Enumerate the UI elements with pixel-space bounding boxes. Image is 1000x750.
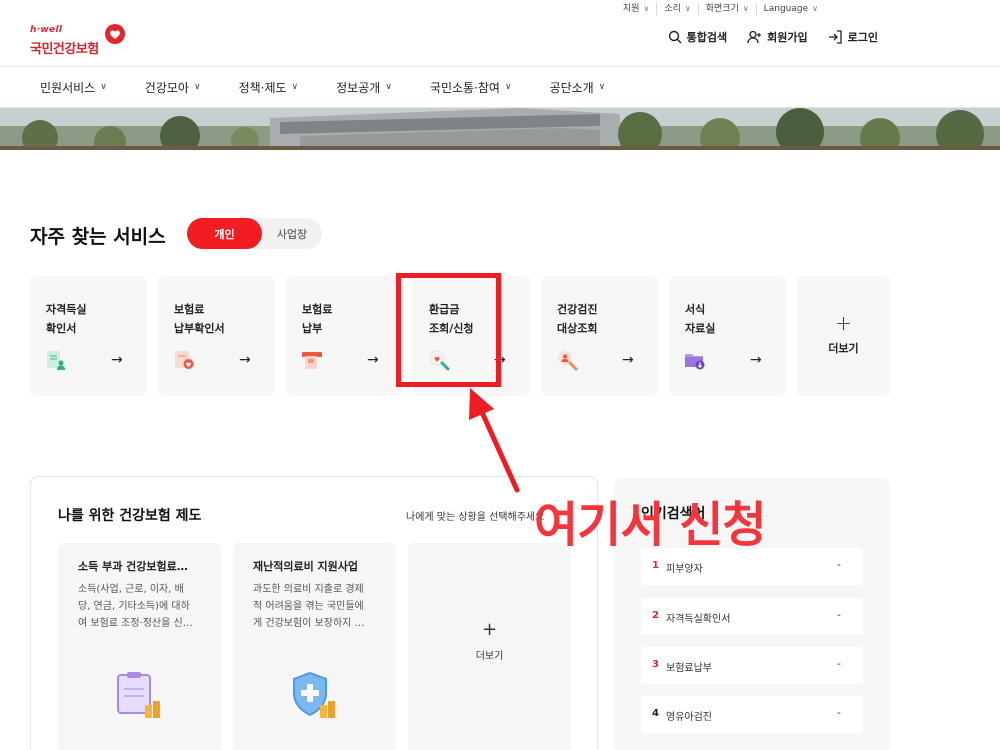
search-icon (668, 30, 682, 44)
rank-number: 4 (652, 708, 659, 719)
utility-menu: 지원 ∨ 소리 ∨ 화면크기 ∨ Language ∨ (616, 3, 825, 15)
chevron-down-icon: ∨ (684, 4, 691, 13)
document-person-icon (47, 351, 65, 370)
chevron-down-icon: ∨ (598, 82, 606, 92)
programs-title: 나를 위한 건강보험 제도 (58, 508, 202, 524)
login-button[interactable]: 로그인 (828, 29, 878, 45)
trend-indicator: - (837, 608, 841, 621)
plus-icon: + (835, 311, 852, 335)
chevron-down-icon: ∨ (643, 4, 650, 13)
heart-logo-icon (105, 24, 125, 44)
service-type-toggle: 개인 사업장 (187, 218, 322, 249)
tab-business[interactable]: 사업장 (262, 218, 322, 249)
services-title: 자주 찾는 서비스 (30, 226, 166, 248)
chevron-down-icon: ∨ (193, 82, 201, 92)
document-heart-icon (175, 351, 194, 369)
program-card-catastrophic-medical[interactable]: 재난적의료비 지원사업 과도한 의료비 지출로 경제 적 어려움을 겪는 국민들… (233, 543, 396, 750)
trend-indicator: - (837, 657, 841, 670)
magnifier-person-icon (558, 351, 578, 371)
services-more-button[interactable]: + 더보기 (797, 276, 890, 396)
nav-item-civil-services[interactable]: 민원서비스 ∨ (40, 79, 107, 96)
logo-title: 국민건강보험 (30, 42, 99, 57)
search-button[interactable]: 통합검색 (668, 29, 727, 45)
nav-item-disclosure[interactable]: 정보공개 ∨ (336, 79, 392, 96)
logo-subtitle: h·well (30, 25, 63, 35)
service-card-premium-certificate[interactable]: 보험료 납부확인서 → (158, 276, 275, 396)
service-card-premium-payment[interactable]: 보험료 납부 → (286, 276, 403, 396)
chevron-down-icon: ∨ (100, 82, 107, 92)
site-logo[interactable]: h·well 국민건강보험 (30, 22, 140, 62)
service-card-forms-library[interactable]: 서식 자료실 → (669, 276, 786, 396)
utility-sound[interactable]: 소리 ∨ (656, 3, 697, 15)
nav-item-policy[interactable]: 정책·제도 ∨ (239, 79, 299, 96)
service-card-eligibility[interactable]: 자격득실 확인서 → (30, 276, 147, 396)
trend-indicator: - (837, 558, 841, 571)
rank-number: 1 (652, 560, 659, 571)
arrow-right-icon: → (622, 352, 634, 368)
utility-language[interactable]: Language ∨ (755, 3, 825, 15)
arrow-right-icon: → (239, 352, 251, 368)
utility-support[interactable]: 지원 ∨ (616, 3, 656, 15)
popular-item[interactable]: 4 영유아검진 - (641, 696, 863, 733)
program-description: 소득(사업, 근로, 이자, 배 당, 연금, 기타소득)에 대하 여 보험료 … (78, 584, 193, 629)
programs-hint: 나에게 맞는 상황을 선택해주세요 (406, 512, 545, 523)
rank-number: 2 (652, 610, 659, 621)
nav-item-health-collection[interactable]: 건강모아 ∨ (145, 79, 201, 96)
rank-number: 3 (652, 659, 659, 670)
chevron-down-icon: ∨ (504, 82, 512, 92)
hero-banner-image (0, 108, 1000, 150)
login-icon (828, 30, 842, 44)
clipboard-coins-icon (117, 672, 160, 718)
chevron-down-icon: ∨ (742, 4, 749, 13)
main-navigation: 민원서비스 ∨ 건강모아 ∨ 정책·제도 ∨ 정보공개 ∨ 국민소통·참여 ∨ 공단소개 ∨ (0, 66, 1000, 108)
shield-plus-coins-icon (293, 671, 335, 718)
arrow-right-icon: → (111, 352, 123, 368)
arrow-right-icon: → (750, 352, 762, 368)
signup-button[interactable]: 회원가입 (747, 29, 808, 45)
utility-bar: 지원 ∨ 소리 ∨ 화면크기 ∨ Language ∨ (0, 0, 1000, 20)
trend-indicator: - (837, 706, 841, 719)
annotation-highlight-box (396, 273, 501, 387)
plus-icon: + (481, 619, 498, 640)
folder-download-icon (685, 354, 705, 370)
utility-screen-size[interactable]: 화면크기 ∨ (697, 3, 756, 15)
popular-item[interactable]: 3 보험료납부 - (641, 647, 863, 684)
header-actions: 통합검색 회원가입 로그인 (648, 29, 878, 45)
add-user-icon (747, 30, 762, 44)
chevron-down-icon: ∨ (385, 82, 392, 92)
payment-card-icon (302, 352, 322, 369)
service-card-health-checkup[interactable]: 건강검진 대상조회 → (541, 276, 658, 396)
insurance-programs-panel: 나를 위한 건강보험 제도 나에게 맞는 상황을 선택해주세요 소득 부과 건강… (30, 476, 598, 750)
chevron-down-icon: ∨ (291, 82, 299, 92)
chevron-down-icon: ∨ (812, 4, 818, 13)
header: h·well 국민건강보험 통합검색 회원가입 로그인 (0, 20, 1000, 66)
gnb-list: 민원서비스 ∨ 건강모아 ∨ 정책·제도 ∨ 정보공개 ∨ 국민소통·참여 ∨ 공단소개 ∨ (40, 67, 643, 107)
program-description: 과도한 의료비 지출로 경제 적 어려움을 겪는 국민들에 게 건강보험이 보장… (253, 584, 365, 629)
nav-item-participation[interactable]: 국민소통·참여 ∨ (430, 79, 512, 96)
building-landscape-image (0, 108, 1000, 150)
program-card-income-premium[interactable]: 소득 부과 건강보험료… 소득(사업, 근로, 이자, 배 당, 연금, 기타소… (58, 543, 221, 750)
nav-item-about[interactable]: 공단소개 ∨ (550, 79, 606, 96)
programs-more-button[interactable]: + 더보기 (408, 543, 571, 750)
arrow-right-icon: → (367, 352, 379, 368)
annotation-text: 여기서 신청 (534, 497, 767, 553)
popular-item[interactable]: 2 자격득실확인서 - (641, 598, 863, 635)
tab-personal[interactable]: 개인 (187, 218, 262, 249)
